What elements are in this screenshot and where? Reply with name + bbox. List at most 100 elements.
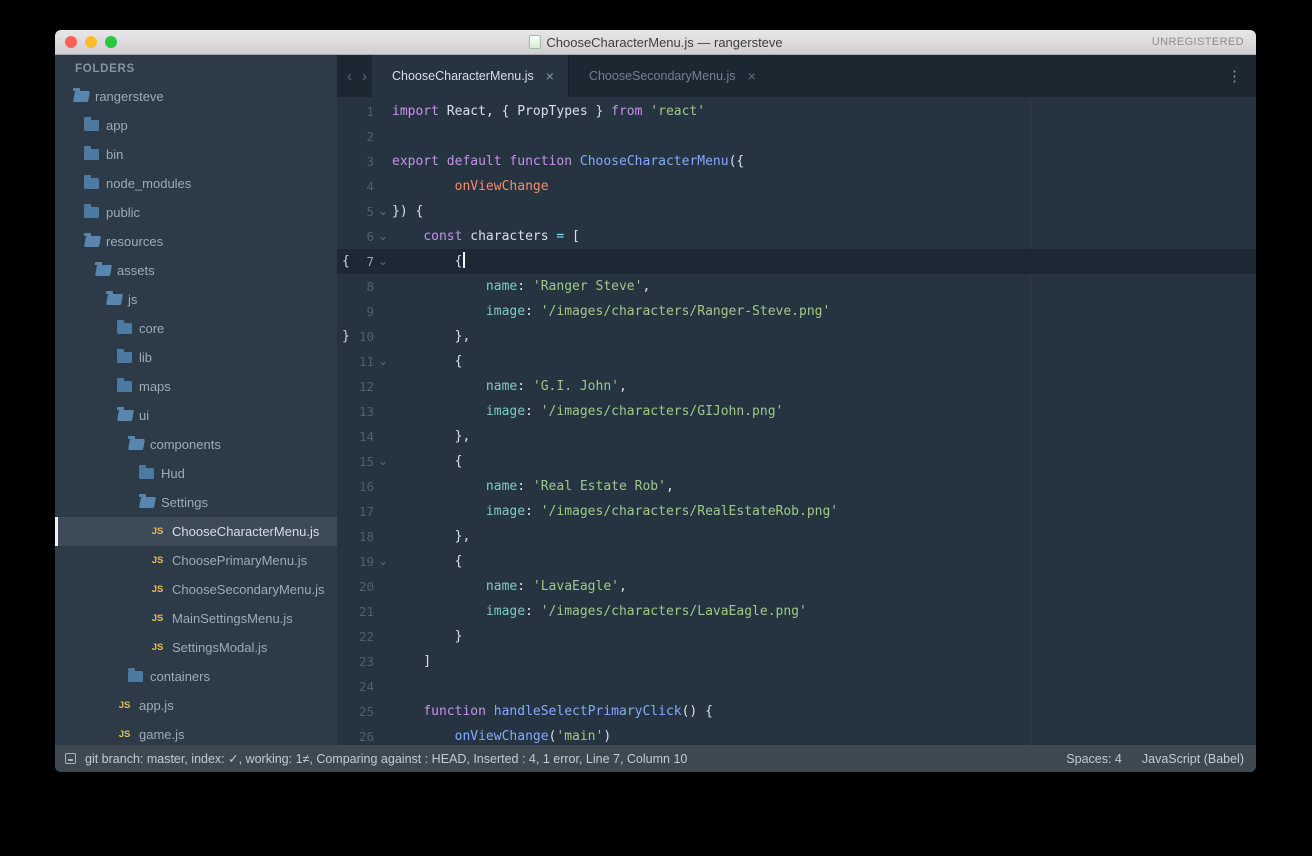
code-text: }, xyxy=(392,524,1256,549)
tab-nav-back-icon[interactable]: ‹ xyxy=(342,55,357,97)
tree-item-label: app.js xyxy=(139,698,174,713)
code-line-9[interactable]: 9 image: '/images/characters/Ranger-Stev… xyxy=(337,299,1256,324)
tree-item-lib[interactable]: lib xyxy=(55,343,337,372)
gutter: 21 xyxy=(337,599,392,624)
code-line-4[interactable]: 4 onViewChange xyxy=(337,174,1256,199)
tree-item-js[interactable]: js xyxy=(55,285,337,314)
tree-item-app-js[interactable]: JSapp.js xyxy=(55,691,337,720)
tree-item-hud[interactable]: Hud xyxy=(55,459,337,488)
code-line-20[interactable]: 20 name: 'LavaEagle', xyxy=(337,574,1256,599)
tree-item-maps[interactable]: maps xyxy=(55,372,337,401)
tree-item-settings[interactable]: Settings xyxy=(55,488,337,517)
tab-choosesecondarymenu-js[interactable]: ChooseSecondaryMenu.js× xyxy=(569,55,771,97)
folder-icon xyxy=(84,149,99,160)
editor-column: ‹ › ChooseCharacterMenu.js×ChooseSeconda… xyxy=(337,55,1256,745)
tree-item-resources[interactable]: resources xyxy=(55,227,337,256)
tab-close-icon[interactable]: × xyxy=(748,69,756,83)
close-window-button[interactable] xyxy=(65,36,77,48)
tab-overflow-icon[interactable]: ⋮ xyxy=(1213,55,1256,97)
gutter-bracket xyxy=(337,474,351,499)
gutter: 23 xyxy=(337,649,392,674)
tree-item-game-js[interactable]: JS game.js xyxy=(55,720,337,745)
tree-item-ui[interactable]: ui xyxy=(55,401,337,430)
code-line-21[interactable]: 21 image: '/images/characters/LavaEagle.… xyxy=(337,599,1256,624)
tree-item-rangersteve[interactable]: rangersteve xyxy=(55,82,337,111)
tree-item-containers[interactable]: containers xyxy=(55,662,337,691)
tree-item-label: ui xyxy=(139,408,149,423)
gutter: 2 xyxy=(337,124,392,149)
line-number: 5 xyxy=(351,199,374,224)
code-line-13[interactable]: 13 image: '/images/characters/GIJohn.png… xyxy=(337,399,1256,424)
tree-item-assets[interactable]: assets xyxy=(55,256,337,285)
tree-item-chooseprimarymenu-js[interactable]: JSChoosePrimaryMenu.js xyxy=(55,546,337,575)
code-line-12[interactable]: 12 name: 'G.I. John', xyxy=(337,374,1256,399)
fold-arrow-icon[interactable]: ⌄ xyxy=(374,549,392,574)
code-line-11[interactable]: 11⌄ { xyxy=(337,349,1256,374)
code-line-25[interactable]: 25 function handleSelectPrimaryClick() { xyxy=(337,699,1256,724)
tree-item-choosecharactermenu-js[interactable]: JSChooseCharacterMenu.js xyxy=(55,517,337,546)
fold-arrow-icon xyxy=(374,124,392,149)
js-file-icon: JS xyxy=(117,729,132,741)
code-line-22[interactable]: 22 } xyxy=(337,624,1256,649)
code-line-14[interactable]: 14 }, xyxy=(337,424,1256,449)
tree-item-core[interactable]: core xyxy=(55,314,337,343)
code-line-7[interactable]: {7⌄ { xyxy=(337,249,1256,274)
code-text: }) { xyxy=(392,199,1256,224)
line-number: 12 xyxy=(351,374,374,399)
gutter-bracket: } xyxy=(337,324,351,349)
code-text: { xyxy=(392,549,1256,574)
code-line-26[interactable]: 26 onViewChange('main') xyxy=(337,724,1256,745)
tree-item-public[interactable]: public xyxy=(55,198,337,227)
tab-close-icon[interactable]: × xyxy=(546,69,554,83)
indent-setting[interactable]: Spaces: 4 xyxy=(1066,752,1122,766)
fold-arrow-icon[interactable]: ⌄ xyxy=(374,224,392,249)
code-line-2[interactable]: 2 xyxy=(337,124,1256,149)
token: default xyxy=(447,154,502,169)
code-line-23[interactable]: 23 ] xyxy=(337,649,1256,674)
code-line-8[interactable]: 8 name: 'Ranger Steve', xyxy=(337,274,1256,299)
code-line-10[interactable]: }10 }, xyxy=(337,324,1256,349)
tree-item-node-modules[interactable]: node_modules xyxy=(55,169,337,198)
fold-arrow-icon[interactable]: ⌄ xyxy=(374,249,392,274)
tree-item-label: game.js xyxy=(139,727,185,742)
line-number: 15 xyxy=(351,449,374,474)
folder-open-icon xyxy=(73,91,88,102)
minimize-window-button[interactable] xyxy=(85,36,97,48)
token: handleSelectPrimaryClick xyxy=(494,704,682,719)
token: function xyxy=(509,154,572,169)
syntax-setting[interactable]: JavaScript (Babel) xyxy=(1142,752,1244,766)
gutter: 9 xyxy=(337,299,392,324)
code-line-1[interactable]: 1import React, { PropTypes } from 'react… xyxy=(337,99,1256,124)
code-line-16[interactable]: 16 name: 'Real Estate Rob', xyxy=(337,474,1256,499)
tree-item-mainsettingsmenu-js[interactable]: JSMainSettingsMenu.js xyxy=(55,604,337,633)
line-number: 3 xyxy=(351,149,374,174)
fold-arrow-icon[interactable]: ⌄ xyxy=(374,199,392,224)
gutter: 25 xyxy=(337,699,392,724)
text-cursor xyxy=(463,252,465,268)
fold-arrow-icon[interactable]: ⌄ xyxy=(374,349,392,374)
tree-item-app[interactable]: app xyxy=(55,111,337,140)
code-text: name: 'G.I. John', xyxy=(392,374,1256,399)
code-line-6[interactable]: 6⌄ const characters = [ xyxy=(337,224,1256,249)
token: name xyxy=(486,479,517,494)
tree-item-bin[interactable]: bin xyxy=(55,140,337,169)
code-line-18[interactable]: 18 }, xyxy=(337,524,1256,549)
line-number: 21 xyxy=(351,599,374,624)
code-line-24[interactable]: 24 xyxy=(337,674,1256,699)
code-line-15[interactable]: 15⌄ { xyxy=(337,449,1256,474)
tree-item-choosesecondarymenu-js[interactable]: JSChooseSecondaryMenu.js xyxy=(55,575,337,604)
fold-arrow-icon[interactable]: ⌄ xyxy=(374,449,392,474)
code-line-17[interactable]: 17 image: '/images/characters/RealEstate… xyxy=(337,499,1256,524)
panel-toggle-icon[interactable] xyxy=(65,753,76,764)
code-line-3[interactable]: 3export default function ChooseCharacter… xyxy=(337,149,1256,174)
code-line-19[interactable]: 19⌄ { xyxy=(337,549,1256,574)
line-number: 7 xyxy=(351,249,374,274)
tree-item-settingsmodal-js[interactable]: JSSettingsModal.js xyxy=(55,633,337,662)
tab-choosecharactermenu-js[interactable]: ChooseCharacterMenu.js× xyxy=(372,55,569,97)
code-editor[interactable]: 1import React, { PropTypes } from 'react… xyxy=(337,97,1256,745)
fold-arrow-icon xyxy=(374,324,392,349)
tab-nav-forward-icon[interactable]: › xyxy=(357,55,372,97)
zoom-window-button[interactable] xyxy=(105,36,117,48)
code-line-5[interactable]: 5⌄}) { xyxy=(337,199,1256,224)
tree-item-components[interactable]: components xyxy=(55,430,337,459)
